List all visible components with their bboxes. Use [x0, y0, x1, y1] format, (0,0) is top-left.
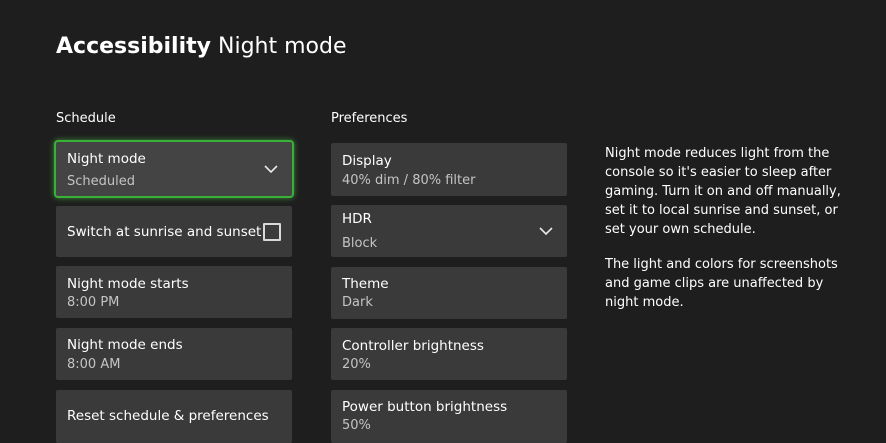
night-mode-starts-button[interactable]: Night mode starts 8:00 PM — [56, 266, 292, 318]
page-title: Accessibility Night mode — [56, 32, 347, 62]
night-mode-label: Night mode — [67, 151, 146, 167]
night-mode-settings-screen: Accessibility Night mode Schedule Night … — [0, 0, 886, 443]
sunrise-sunset-label: Switch at sunrise and sunset — [67, 224, 262, 240]
night-mode-dropdown[interactable]: Night mode Scheduled — [54, 140, 294, 198]
sunrise-sunset-checkbox[interactable] — [263, 223, 281, 241]
screenshot-note: The light and colors for screenshots and… — [605, 257, 838, 310]
display-button[interactable]: Display 40% dim / 80% filter — [331, 143, 567, 196]
page-title-page: Night mode — [218, 34, 347, 59]
power-button-brightness-button[interactable]: Power button brightness 50% — [331, 390, 567, 443]
reset-schedule-label: Reset schedule & preferences — [67, 408, 269, 424]
night-mode-starts-value: 8:00 PM — [67, 295, 120, 310]
controller-brightness-label: Controller brightness — [342, 338, 484, 354]
power-button-brightness-label: Power button brightness — [342, 399, 508, 415]
hdr-value: Block — [342, 236, 378, 251]
night-mode-ends-value: 8:00 AM — [67, 357, 121, 372]
theme-button[interactable]: Theme Dark — [331, 267, 567, 319]
night-mode-ends-button[interactable]: Night mode ends 8:00 AM — [56, 328, 292, 380]
night-mode-value: Scheduled — [67, 174, 135, 189]
hdr-label: HDR — [342, 211, 372, 227]
power-button-brightness-value: 50% — [342, 418, 371, 433]
chevron-down-icon — [264, 165, 278, 174]
night-mode-starts-label: Night mode starts — [67, 276, 189, 292]
preferences-heading: Preferences — [331, 111, 408, 126]
sunrise-sunset-toggle[interactable]: Switch at sunrise and sunset — [56, 206, 292, 257]
controller-brightness-value: 20% — [342, 357, 371, 372]
theme-value: Dark — [342, 295, 373, 310]
hdr-dropdown[interactable]: HDR Block — [331, 205, 567, 257]
night-mode-description: Night mode reduces light from the consol… — [605, 146, 841, 237]
page-title-section: Accessibility — [56, 34, 211, 59]
controller-brightness-button[interactable]: Controller brightness 20% — [331, 328, 567, 380]
theme-label: Theme — [342, 276, 389, 292]
chevron-down-icon — [539, 227, 553, 236]
schedule-heading: Schedule — [56, 111, 116, 126]
reset-schedule-button[interactable]: Reset schedule & preferences — [56, 390, 292, 443]
night-mode-ends-label: Night mode ends — [67, 337, 183, 353]
display-label: Display — [342, 153, 392, 169]
display-value: 40% dim / 80% filter — [342, 173, 476, 188]
